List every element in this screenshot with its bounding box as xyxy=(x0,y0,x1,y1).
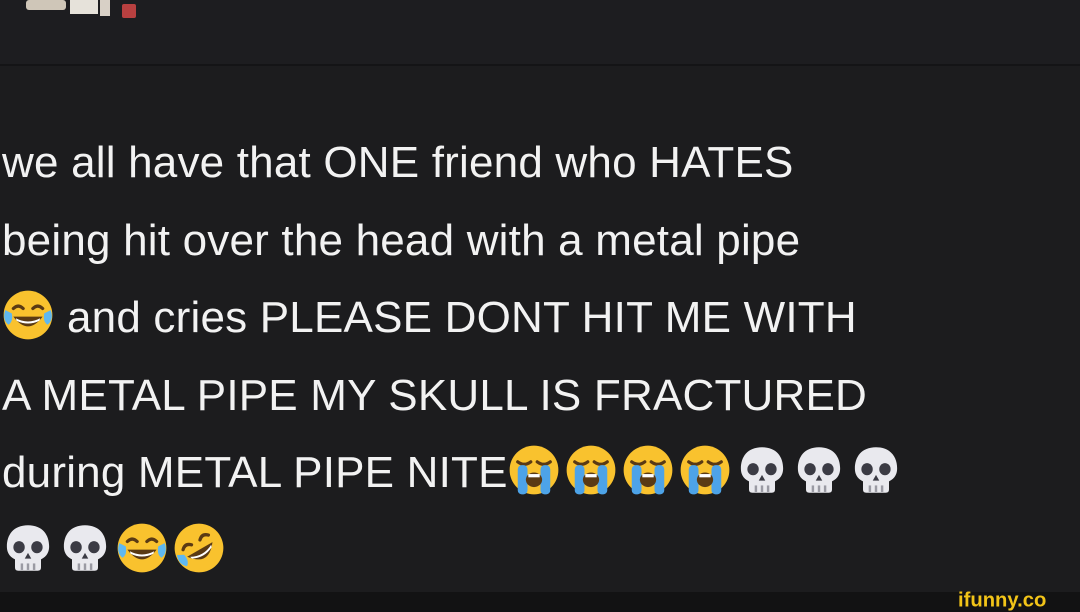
post-line-5: during METAL PIPE NITE xyxy=(2,448,508,497)
ifunny-watermark-logo[interactable]: ifunny.co xyxy=(958,589,1076,611)
previous-post-area xyxy=(0,0,1080,64)
avatar-fragment xyxy=(8,0,138,22)
post-line-4: A METAL PIPE MY SKULL IS FRACTURED xyxy=(2,370,868,420)
loudly-crying-face-icon xyxy=(508,444,560,496)
loudly-crying-face-icon xyxy=(565,444,617,496)
face-with-tears-of-joy-icon xyxy=(2,289,54,341)
loudly-crying-face-icon xyxy=(622,444,674,496)
svg-text:ifunny.co: ifunny.co xyxy=(958,590,1046,611)
rolling-on-the-floor-laughing-icon xyxy=(173,522,225,574)
emoji-row xyxy=(2,512,1078,590)
skull-icon xyxy=(2,522,54,574)
post-line-3-row: and cries PLEASE DONT HIT ME WITH xyxy=(2,279,1078,357)
post-divider xyxy=(0,64,1080,66)
post-text: we all have that ONE friend who HATES be… xyxy=(2,124,1078,589)
face-with-tears-of-joy-icon xyxy=(116,522,168,574)
bottom-bar xyxy=(0,592,1080,612)
skull-icon xyxy=(736,444,788,496)
post-line-3: and cries PLEASE DONT HIT ME WITH xyxy=(67,293,857,342)
skull-icon xyxy=(59,522,111,574)
post-line-2: being hit over the head with a metal pip… xyxy=(2,215,801,265)
skull-icon xyxy=(850,444,902,496)
post-line-5-row: during METAL PIPE NITE xyxy=(2,434,1078,512)
post-line-1: we all have that ONE friend who HATES xyxy=(2,138,794,187)
skull-icon xyxy=(793,444,845,496)
loudly-crying-face-icon xyxy=(679,444,731,496)
